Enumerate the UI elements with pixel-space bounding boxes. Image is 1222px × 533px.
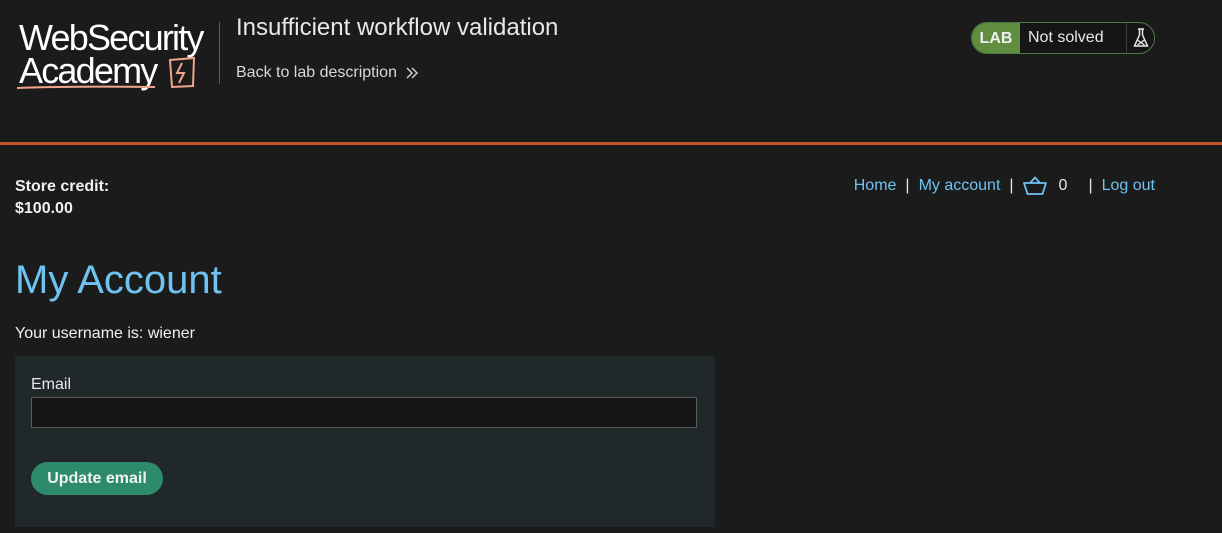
store-credit: Store credit: $100.00 — [15, 176, 109, 220]
page-title: My Account — [15, 258, 222, 302]
nav-separator: | — [1088, 177, 1093, 194]
header-divider — [219, 22, 220, 84]
nav-log-out-link[interactable]: Log out — [1102, 177, 1155, 195]
double-chevron-right-icon — [406, 67, 418, 79]
nav-separator: | — [905, 177, 910, 194]
store-credit-label: Store credit: — [15, 178, 110, 195]
lab-status-widget: LAB Not solved — [971, 22, 1155, 54]
flask-icon — [1132, 28, 1149, 47]
nav-home-link[interactable]: Home — [854, 177, 897, 195]
top-navigation: Home | My account | 0 | Log out — [854, 176, 1155, 196]
header: WebSecurity Academy Insufficient workflo… — [0, 0, 1222, 142]
lab-title: Insufficient workflow validation — [236, 14, 559, 41]
nav-my-account-link[interactable]: My account — [919, 177, 1001, 195]
update-email-button[interactable]: Update email — [31, 462, 163, 495]
flask-icon-cell[interactable] — [1127, 23, 1154, 53]
lab-badge: LAB — [972, 23, 1020, 53]
lab-status-text: Not solved — [1020, 23, 1127, 53]
header-bottom-rule — [0, 142, 1222, 145]
email-label: Email — [31, 376, 72, 393]
back-to-lab-description-link[interactable]: Back to lab description — [236, 64, 419, 82]
cart-link[interactable]: 0 — [1022, 176, 1068, 196]
email-input[interactable] — [31, 397, 697, 428]
nav-separator: | — [1009, 177, 1014, 194]
basket-icon — [1022, 176, 1047, 195]
web-security-academy-logo[interactable]: WebSecurity Academy — [15, 18, 215, 94]
back-link-label: Back to lab description — [236, 64, 397, 81]
logo-underline-swoosh — [16, 85, 156, 89]
username-text: Your username is: wiener — [15, 325, 195, 342]
store-credit-value: $100.00 — [15, 200, 73, 217]
cart-count: 0 — [1058, 177, 1068, 194]
update-email-form: Email Update email — [15, 356, 715, 527]
